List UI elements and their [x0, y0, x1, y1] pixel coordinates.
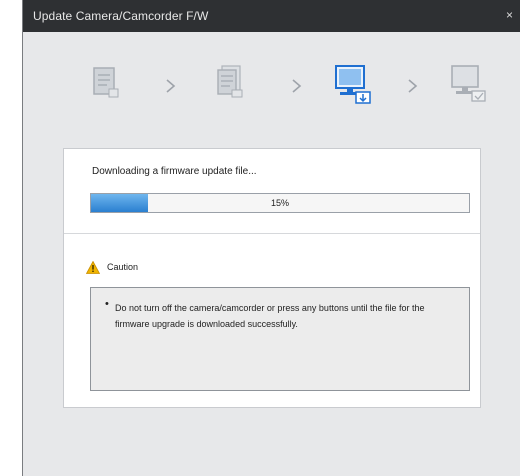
download-message: Downloading a firmware update file...: [92, 166, 257, 177]
close-button[interactable]: ×: [506, 7, 520, 23]
step-arrow-3: [403, 76, 423, 96]
caution-label: Caution: [107, 262, 139, 272]
update-dialog: Update Camera/Camcorder F/W × Downloadin…: [22, 0, 520, 476]
computer-check-icon: [445, 62, 491, 110]
step-arrow-2: [287, 76, 307, 96]
download-panel: Downloading a firmware update file... 15…: [63, 148, 481, 408]
warning-icon: [85, 260, 101, 274]
window-title: Update Camera/Camcorder F/W: [33, 9, 209, 23]
title-bar: Update Camera/Camcorder F/W ×: [23, 0, 520, 32]
caution-notice-box: • Do not turn off the camera/camcorder o…: [90, 287, 470, 391]
document-icon: [83, 62, 129, 110]
progress-label: 15%: [270, 198, 289, 208]
computer-download-icon: [329, 62, 375, 110]
document-stack-icon: [207, 62, 253, 110]
download-progress-bar: 15%: [90, 193, 470, 213]
panel-divider: [64, 233, 480, 234]
bullet-icon: •: [105, 298, 109, 310]
step-arrow-1: [161, 76, 181, 96]
progress-steps: [83, 62, 503, 122]
caution-message: Do not turn off the camera/camcorder or …: [115, 303, 425, 329]
